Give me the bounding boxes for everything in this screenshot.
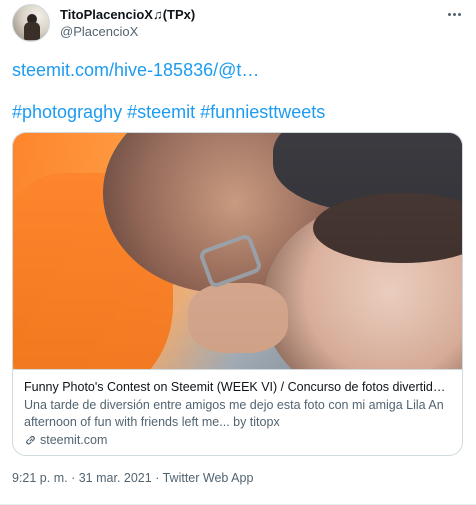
author-handle[interactable]: @PlacencioX	[60, 24, 138, 39]
more-dot	[457, 12, 461, 16]
link-icon	[26, 435, 35, 445]
photo-overlay	[13, 133, 462, 369]
hashtag-steemit[interactable]: #steemit	[127, 102, 195, 122]
preview-title: Funny Photo's Contest on Steemit (WEEK V…	[24, 380, 452, 394]
tweet-date[interactable]: 31 mar. 2021	[79, 471, 152, 485]
more-dot	[447, 12, 451, 16]
more-dot	[452, 12, 456, 16]
author-name[interactable]: TitoPlacencioX♫(TPx)	[60, 7, 195, 22]
preview-description: Una tarde de diversión entre amigos me d…	[24, 398, 444, 429]
tweet-link[interactable]: steemit.com/hive-185836/@t…	[12, 60, 259, 81]
tweet-source[interactable]: Twitter Web App	[163, 471, 254, 485]
avatar-figure-body	[24, 22, 40, 40]
tweet-time[interactable]: 9:21 p. m.	[12, 471, 68, 485]
tweet-footer: 9:21 p. m. · 31 mar. 2021 · Twitter Web …	[12, 471, 253, 485]
preview-photo[interactable]	[13, 133, 462, 369]
preview-site-label: steemit.com	[40, 433, 108, 447]
hashtag-funniesttweets[interactable]: #funniesttweets	[200, 102, 325, 122]
footer-separator: ·	[71, 471, 76, 485]
preview-site: steemit.com	[24, 433, 453, 447]
tweet-hashtags: #photograghy #steemit #funniesttweets	[12, 102, 325, 123]
preview-meta[interactable]: Funny Photo's Contest on Steemit (WEEK V…	[13, 369, 462, 455]
hashtag-photograghy[interactable]: #photograghy	[12, 102, 122, 122]
footer-separator: ·	[155, 471, 160, 485]
link-preview-card[interactable]: Funny Photo's Contest on Steemit (WEEK V…	[12, 132, 463, 456]
tweet-card: TitoPlacencioX♫(TPx) @PlacencioX steemit…	[0, 0, 476, 505]
avatar[interactable]	[12, 4, 50, 42]
more-options-icon[interactable]	[444, 6, 464, 22]
